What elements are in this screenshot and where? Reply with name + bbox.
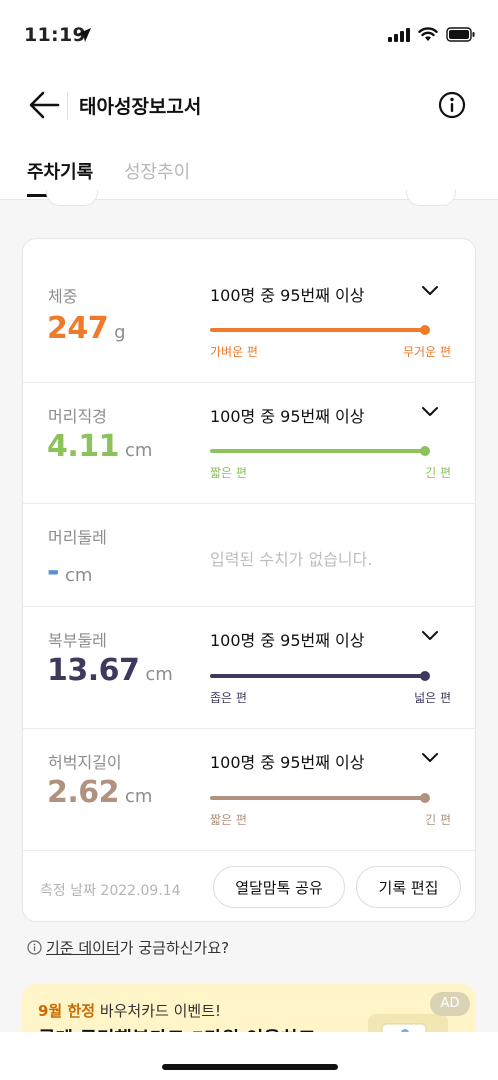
low-label: 좁은 편 — [210, 691, 247, 705]
high-label: 긴 편 — [425, 813, 451, 827]
metric-row-abdominal-circumference[interactable]: 복부둘레 13.67 cm 100명 중 95번째 이상 좁은 편 넓은 편 — [23, 607, 475, 729]
metric-label: 머리둘레 — [48, 528, 107, 547]
metric-rank: 100명 중 95번째 이상 — [210, 286, 365, 305]
measure-date: 측정 날짜 2022.09.14 — [40, 883, 181, 899]
metric-label: 복부둘레 — [48, 631, 107, 650]
percentile-bar — [210, 796, 426, 800]
percentile-marker — [420, 671, 430, 681]
header-divider — [67, 92, 68, 120]
empty-value-message: 입력된 수치가 없습니다. — [210, 550, 373, 569]
metric-unit: cm — [145, 664, 173, 685]
chevron-down-icon[interactable] — [421, 630, 439, 642]
signal-icon — [388, 27, 410, 42]
metric-row-thigh-length[interactable]: 허벅지길이 2.62 cm 100명 중 95번째 이상 짧은 편 긴 편 — [23, 729, 475, 851]
metric-row-weight[interactable]: 체중 247 g 100명 중 95번째 이상 가벼운 편 무거운 편 — [23, 239, 475, 383]
ad-badge: AD — [430, 992, 470, 1016]
metric-value: 4.11 cm — [47, 429, 152, 464]
banner-headline: 9월 한정 바우처카드 이벤트! — [38, 1000, 221, 1021]
percentile-marker — [420, 793, 430, 803]
app-header: 태아성장보고서 — [0, 72, 498, 138]
metric-number: 4.11 — [47, 429, 120, 464]
back-arrow-icon[interactable] — [28, 90, 60, 120]
home-indicator-area — [0, 1032, 498, 1080]
info-icon[interactable] — [438, 91, 466, 119]
metric-number: 13.67 — [47, 653, 140, 688]
metric-value: - cm — [47, 554, 92, 589]
metric-rank: 100명 중 95번째 이상 — [210, 407, 365, 426]
chevron-down-icon[interactable] — [421, 752, 439, 764]
status-bar: 11:19 — [0, 0, 498, 72]
page-title: 태아성장보고서 — [79, 96, 202, 118]
metric-label: 허벅지길이 — [48, 753, 122, 772]
metric-label: 체중 — [48, 287, 78, 306]
metric-unit: cm — [64, 565, 93, 586]
metric-value: 2.62 cm — [47, 775, 152, 810]
chevron-down-icon[interactable] — [421, 406, 439, 418]
chevron-down-icon[interactable] — [421, 285, 439, 297]
banner-headline-rest: 바우처카드 이벤트! — [95, 1002, 222, 1020]
percentile-marker — [420, 446, 430, 456]
info-icon — [27, 940, 42, 955]
metric-unit: g — [114, 322, 126, 343]
metric-row-head-diameter[interactable]: 머리직경 4.11 cm 100명 중 95번째 이상 짧은 편 긴 편 — [23, 383, 475, 504]
standard-data-link-suffix: 가 궁금하신가요? — [119, 939, 230, 957]
percentile-marker — [420, 325, 430, 335]
high-label: 무거운 편 — [403, 345, 451, 359]
battery-icon — [446, 27, 475, 42]
standard-data-link-text[interactable]: 기준 데이터 — [46, 939, 120, 957]
metric-number: 2.62 — [47, 775, 120, 810]
standard-data-link[interactable]: 기준 데이터가 궁금하신가요? — [27, 937, 229, 958]
high-label: 긴 편 — [425, 466, 451, 480]
prev-week-button[interactable] — [46, 190, 98, 206]
metric-number: - — [47, 554, 59, 589]
share-button[interactable]: 열달맘톡 공유 — [213, 866, 345, 908]
percentile-bar — [210, 674, 426, 678]
metric-number: 247 — [47, 311, 109, 346]
next-week-button[interactable] — [406, 190, 456, 206]
percentile-bar — [210, 328, 426, 332]
low-label: 짧은 편 — [210, 813, 247, 827]
high-label: 넓은 편 — [414, 691, 451, 705]
tab-weekly-record[interactable]: 주차기록 — [27, 158, 93, 184]
metric-value: 13.67 cm — [47, 653, 173, 688]
growth-card: 체중 247 g 100명 중 95번째 이상 가벼운 편 무거운 편 머리직경… — [22, 238, 476, 922]
metric-rank: 100명 중 95번째 이상 — [210, 753, 365, 772]
metric-row-head-circumference[interactable]: 머리둘레 - cm 입력된 수치가 없습니다. — [23, 504, 475, 607]
metric-unit: cm — [125, 786, 153, 807]
metric-value: 247 g — [47, 311, 126, 346]
card-footer: 측정 날짜 2022.09.14 열달맘톡 공유 기록 편집 — [23, 851, 475, 921]
low-label: 가벼운 편 — [210, 345, 258, 359]
tab-growth-trend[interactable]: 성장추이 — [124, 158, 190, 184]
metric-rank: 100명 중 95번째 이상 — [210, 631, 365, 650]
edit-record-button[interactable]: 기록 편집 — [356, 866, 461, 908]
banner-highlight: 9월 한정 — [38, 1002, 96, 1020]
metric-unit: cm — [125, 440, 153, 461]
percentile-bar — [210, 449, 426, 453]
metric-label: 머리직경 — [48, 407, 107, 426]
low-label: 짧은 편 — [210, 466, 247, 480]
wifi-icon — [418, 27, 438, 41]
location-arrow-icon — [77, 28, 91, 42]
home-indicator[interactable] — [162, 1064, 338, 1070]
